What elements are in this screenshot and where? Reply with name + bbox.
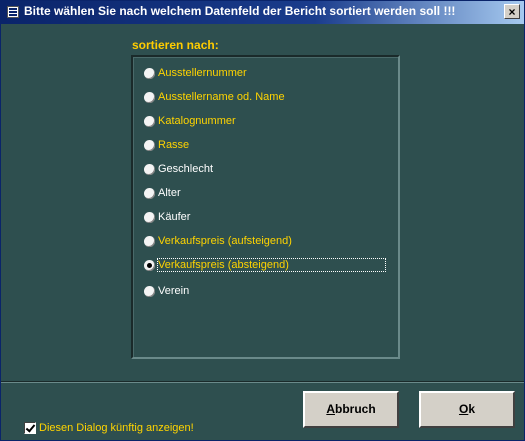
form-icon <box>7 6 19 18</box>
radio-button-selected[interactable] <box>144 259 155 271</box>
sort-group-label: sortieren nach: <box>132 38 219 52</box>
footer-divider <box>1 381 524 383</box>
radio-button[interactable] <box>144 211 155 223</box>
window-title: Bitte wählen Sie nach welchem Datenfeld … <box>24 4 456 18</box>
radio-label: Ausstellernummer <box>158 67 247 79</box>
radio-option-ausstellername[interactable]: Ausstellername od. Name <box>144 88 285 106</box>
radio-label: Alter <box>158 187 181 199</box>
radio-button[interactable] <box>144 91 155 103</box>
radio-label: Verein <box>158 285 190 297</box>
ok-button[interactable]: Ok <box>419 391 515 428</box>
radio-label: Geschlecht <box>158 163 214 175</box>
radio-button[interactable] <box>144 67 155 79</box>
radio-option-verkaufspreis-aufsteigend[interactable]: Verkaufspreis (aufsteigend) <box>144 232 292 250</box>
radio-label: Ausstellername od. Name <box>158 91 285 103</box>
radio-option-geschlecht[interactable]: Geschlecht <box>144 160 213 178</box>
ok-label: k <box>468 402 476 416</box>
radio-button[interactable] <box>144 163 155 175</box>
cancel-mnemonic: A <box>326 402 335 416</box>
radio-option-kaeufer[interactable]: Käufer <box>144 208 190 226</box>
radio-label: Rasse <box>158 139 190 151</box>
radio-option-ausstellernummer[interactable]: Ausstellernummer <box>144 64 247 82</box>
radio-option-katalognummer[interactable]: Katalognummer <box>144 112 236 130</box>
title-bar[interactable]: Bitte wählen Sie nach welchem Datenfeld … <box>1 1 524 24</box>
cancel-label: bbruch <box>335 402 376 416</box>
radio-label: Verkaufspreis (absteigend) <box>157 258 386 272</box>
radio-button[interactable] <box>144 285 155 297</box>
ok-mnemonic: O <box>458 402 469 416</box>
radio-button[interactable] <box>144 187 155 199</box>
radio-label: Verkaufspreis (aufsteigend) <box>158 235 292 247</box>
show-dialog-checkbox[interactable] <box>24 421 36 434</box>
radio-button[interactable] <box>144 115 155 127</box>
close-button[interactable]: × <box>504 4 520 19</box>
radio-button[interactable] <box>144 235 155 247</box>
radio-option-alter[interactable]: Alter <box>144 184 181 202</box>
cancel-button[interactable]: Abbruch <box>303 391 399 428</box>
radio-label: Käufer <box>158 211 191 223</box>
radio-button[interactable] <box>144 139 155 151</box>
radio-option-verein[interactable]: Verein <box>144 282 189 300</box>
radio-label: Katalognummer <box>158 115 236 127</box>
show-dialog-checkbox-row[interactable]: Diesen Dialog künftig anzeigen! <box>24 417 194 434</box>
dialog-window: Bitte wählen Sie nach welchem Datenfeld … <box>0 0 525 441</box>
show-dialog-checkbox-label: Diesen Dialog künftig anzeigen! <box>39 421 194 434</box>
radio-option-rasse[interactable]: Rasse <box>144 136 189 154</box>
radio-option-verkaufspreis-absteigend[interactable]: Verkaufspreis (absteigend) <box>144 256 386 274</box>
